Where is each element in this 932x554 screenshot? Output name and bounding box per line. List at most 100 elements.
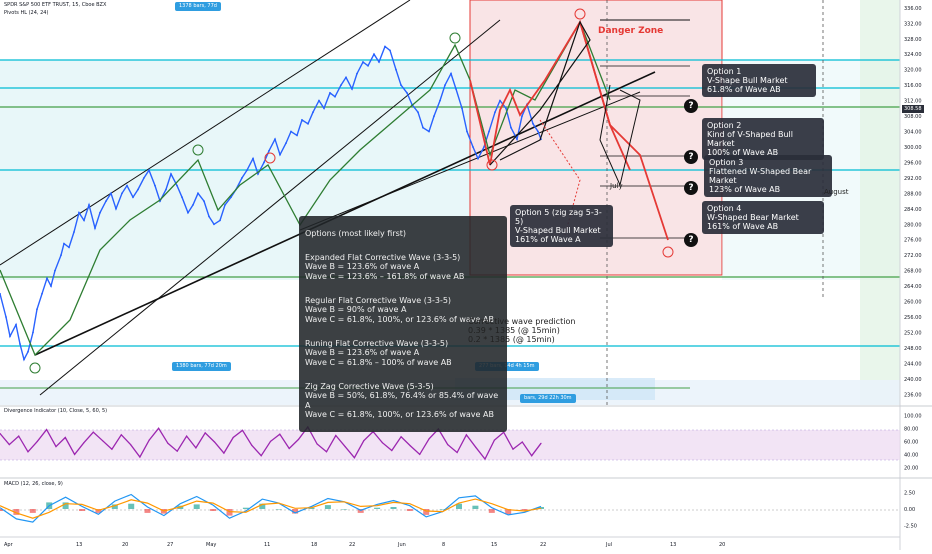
- divergence-point: [269, 440, 272, 442]
- divergence-point: [83, 442, 85, 444]
- price-point: [50, 285, 52, 287]
- july-label: July: [610, 182, 623, 190]
- price-tick-label: 320.00: [904, 68, 922, 74]
- price-point: [389, 49, 391, 52]
- time-tick-label: 22: [349, 542, 355, 548]
- price-tick-label: 260.00: [904, 300, 922, 306]
- divergence-point: [148, 439, 150, 441]
- price-tick-label: 292.00: [904, 176, 922, 182]
- divergence-point: [540, 442, 542, 444]
- price-point: [537, 130, 539, 133]
- divergence-point: [475, 446, 477, 448]
- time-tick-label: Jun: [397, 542, 406, 548]
- price-tick-label: 268.00: [904, 269, 922, 275]
- divergence-point: [120, 434, 122, 436]
- divergence-point: [158, 427, 160, 429]
- divergence-point: [64, 436, 66, 439]
- price-point: [323, 107, 325, 110]
- macd-histogram-bar: [472, 505, 479, 509]
- price-point: [455, 88, 457, 90]
- price-tick-label: 300.00: [904, 145, 922, 151]
- chart-stage: 336.00 332.00 328.00 324.00 320.00 316.00 312.…: [0, 0, 932, 550]
- macd-histogram-bar: [324, 505, 331, 509]
- macd-tick-label: 2.50: [904, 491, 915, 497]
- divergence-point: [46, 429, 48, 431]
- divergence-point: [409, 445, 411, 447]
- price-tick-label: 288.00: [904, 191, 922, 197]
- options-heading: Options (most likely first): [305, 228, 407, 238]
- price-point: [505, 107, 507, 110]
- price-point: [203, 200, 205, 203]
- price-point: [312, 111, 314, 114]
- divergence-point: [521, 441, 523, 443]
- divergence-point: [176, 450, 178, 452]
- price-point: [60, 254, 62, 257]
- pivots-legend: Pivots HL (24, 24): [4, 10, 49, 16]
- price-point: [378, 61, 380, 63]
- macd-histogram-bar: [275, 509, 282, 510]
- price-point: [345, 76, 347, 79]
- question-1-icon: ?: [684, 99, 698, 113]
- price-point: [32, 331, 34, 334]
- current-price-tag: 308.58: [902, 105, 924, 113]
- bars-tag-small: bars, 29d 22h 30m: [520, 394, 576, 403]
- price-point: [187, 211, 189, 214]
- divergence-point: [344, 446, 346, 448]
- price-point: [9, 335, 11, 338]
- price-point: [110, 192, 112, 195]
- price-tick-label: 248.00: [904, 346, 922, 352]
- price-point: [54, 269, 56, 272]
- price-point: [406, 92, 408, 94]
- price-tick-label: 236.00: [904, 392, 922, 398]
- time-tick-label: Jul: [605, 542, 612, 548]
- divergence-point: [55, 446, 57, 448]
- divergence-point: [186, 435, 188, 437]
- divergence-point: [419, 453, 421, 455]
- price-point: [301, 119, 303, 121]
- price-point: [83, 219, 85, 222]
- divergence-point: [111, 448, 113, 450]
- price-point: [115, 207, 117, 210]
- price-point: [246, 169, 248, 172]
- price-point: [5, 316, 7, 318]
- price-point: [143, 177, 145, 179]
- price-point: [148, 169, 150, 172]
- divergence-point: [391, 449, 393, 452]
- macd-histogram-bar: [488, 509, 495, 513]
- price-point: [63, 242, 65, 245]
- options-expanded-flat: Expanded Flat Corrective Wave (3-3-5) Wa…: [305, 252, 465, 281]
- divergence-tick-label: 60.00: [904, 439, 918, 445]
- divergence-point: [204, 432, 206, 434]
- macd-histogram-bar: [210, 509, 217, 511]
- macd-histogram-bar: [406, 509, 413, 511]
- price-point: [450, 72, 452, 75]
- price-point: [483, 146, 485, 148]
- price-point: [73, 231, 75, 233]
- price-tick-label: 240.00: [904, 377, 922, 383]
- price-point: [170, 173, 172, 175]
- divergence-tick-label: 20.00: [904, 465, 918, 471]
- time-tick-label: 8: [442, 542, 445, 548]
- divergence-point: [213, 441, 216, 443]
- price-point: [41, 292, 43, 295]
- price-point: [192, 204, 194, 206]
- price-point: [78, 211, 80, 214]
- divergence-point: [512, 448, 514, 450]
- time-tick-label: 18: [311, 542, 317, 548]
- time-tick-label: 27: [167, 542, 173, 548]
- price-point: [224, 204, 226, 206]
- price-point: [36, 308, 38, 311]
- price-point: [433, 115, 435, 117]
- option-1-card: Option 1 V-Shape Bull Market 61.8% of Wa…: [702, 64, 816, 97]
- price-point: [384, 45, 386, 48]
- price-point: [88, 204, 90, 206]
- price-point: [23, 358, 25, 361]
- price-point: [461, 107, 463, 110]
- price-point: [373, 53, 375, 56]
- divergence-point: [493, 439, 495, 441]
- price-point: [477, 157, 479, 160]
- price-tick-label: 296.00: [904, 160, 922, 166]
- divergence-point: [74, 453, 76, 455]
- price-tick-label: 264.00: [904, 284, 922, 290]
- price-tick-label: 312.00: [904, 99, 922, 105]
